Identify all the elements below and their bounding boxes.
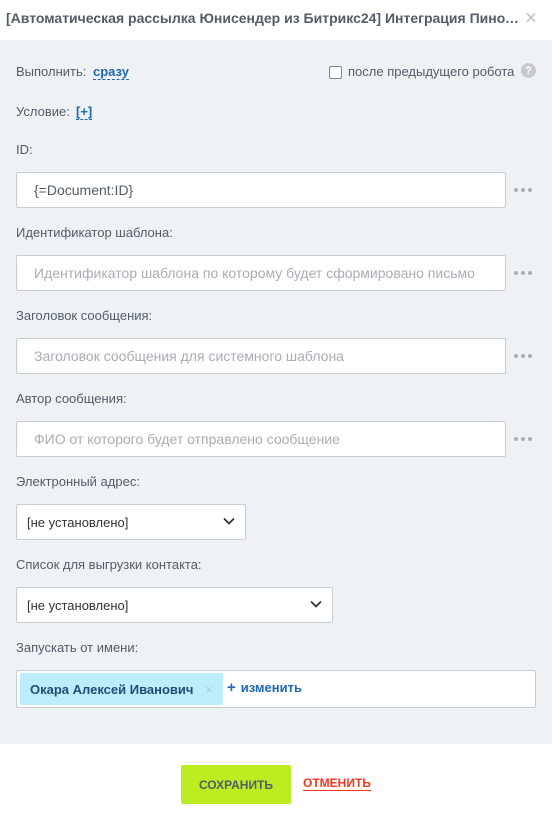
dialog-footer: СОХРАНИТЬ ОТМЕНИТЬ — [0, 744, 552, 820]
contact-list-select-value: [не установлено] — [27, 597, 129, 613]
user-tag[interactable]: Окара Алексей Иванович × — [20, 673, 223, 705]
execute-mode-link[interactable]: сразу — [93, 64, 129, 80]
author-more-icon[interactable] — [514, 437, 532, 441]
id-label: ID: — [16, 142, 33, 157]
user-tag-name: Окара Алексей Иванович — [30, 681, 194, 697]
condition-label: Условие: — [16, 104, 70, 119]
change-user-label: изменить — [240, 680, 302, 695]
after-previous-label[interactable]: после предыдущего робота — [348, 64, 514, 79]
subject-label: Заголовок сообщения: — [16, 308, 153, 323]
contact-list-select[interactable]: [не установлено] — [16, 587, 333, 623]
contact-list-label: Список для выгрузки контакта: — [16, 557, 202, 572]
change-user-button[interactable]: + изменить — [227, 680, 302, 695]
template-id-label: Идентификатор шаблона: — [16, 225, 173, 240]
author-label: Автор сообщения: — [16, 391, 127, 406]
help-icon[interactable]: ? — [521, 63, 536, 78]
subject-more-icon[interactable] — [514, 354, 532, 358]
run-as-label: Запускать от имени: — [16, 640, 139, 655]
author-field[interactable]: ФИО от которого будет отправлено сообщен… — [16, 421, 506, 457]
plus-icon: + — [227, 679, 236, 696]
dialog-title: [Автоматическая рассылка Юнисендер из Би… — [6, 10, 524, 26]
email-label: Электронный адрес: — [16, 474, 140, 489]
save-button[interactable]: СОХРАНИТЬ — [181, 765, 291, 804]
id-field[interactable]: {=Document:ID} — [16, 172, 506, 208]
email-select[interactable]: [не установлено] — [16, 504, 246, 540]
run-as-user-selector[interactable]: Окара Алексей Иванович × + изменить — [16, 670, 536, 708]
condition-add-link[interactable]: [+] — [76, 104, 93, 120]
execute-label: Выполнить: — [16, 64, 87, 79]
close-icon[interactable]: ✕ — [524, 11, 538, 26]
dialog-header: [Автоматическая рассылка Юнисендер из Би… — [0, 0, 552, 40]
subject-field[interactable]: Заголовок сообщения для системного шабло… — [16, 338, 506, 374]
email-select-value: [не установлено] — [27, 514, 129, 530]
remove-icon[interactable]: × — [205, 682, 213, 697]
cancel-button[interactable]: ОТМЕНИТЬ — [303, 777, 371, 791]
chevron-down-icon — [310, 600, 322, 608]
template-id-field[interactable]: Идентификатор шаблона по которому будет … — [16, 255, 506, 291]
chevron-down-icon — [223, 517, 235, 525]
id-more-icon[interactable] — [514, 188, 532, 192]
template-id-more-icon[interactable] — [514, 271, 532, 275]
after-previous-checkbox[interactable] — [329, 66, 342, 79]
